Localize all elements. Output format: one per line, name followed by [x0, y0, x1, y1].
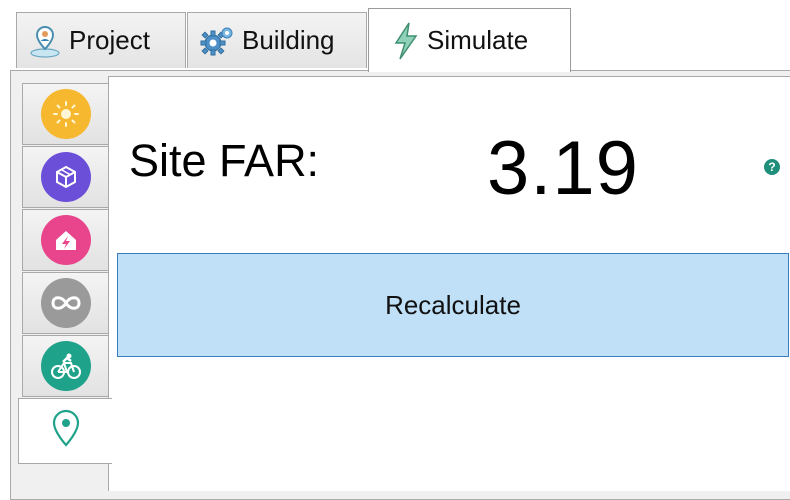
help-glyph: ? — [768, 160, 776, 174]
lightning-icon — [391, 21, 421, 61]
tab-label: Project — [69, 25, 150, 55]
map-pin-person-icon — [27, 23, 63, 59]
tab-project[interactable]: Project — [16, 12, 186, 68]
tab-label: Building — [242, 25, 335, 55]
help-icon[interactable]: ? — [764, 159, 780, 175]
recalculate-button[interactable]: Recalculate — [117, 253, 789, 357]
sun-icon — [41, 89, 91, 139]
home-energy-icon — [41, 215, 91, 265]
side-tab-sun[interactable] — [22, 83, 110, 145]
far-label: Site FAR: — [129, 135, 320, 186]
side-tab-location[interactable] — [18, 398, 112, 464]
side-tab-bicycle[interactable] — [22, 335, 110, 397]
content-panel: Site FAR: 3.19 ? Recalculate — [108, 76, 790, 491]
bicycle-icon — [41, 341, 91, 391]
tab-building[interactable]: Building — [187, 12, 367, 68]
cube-network-icon — [41, 152, 91, 202]
gear-icon — [198, 23, 236, 59]
tab-label: Simulate — [427, 25, 529, 55]
side-tab-home-energy[interactable] — [22, 209, 110, 271]
side-tab-cube[interactable] — [22, 146, 110, 208]
side-tab-infinity[interactable] — [22, 272, 110, 334]
far-value: 3.19 — [487, 126, 639, 211]
tab-simulate[interactable]: Simulate — [368, 8, 571, 72]
location-pin-icon — [49, 407, 83, 456]
infinity-icon — [41, 278, 91, 328]
